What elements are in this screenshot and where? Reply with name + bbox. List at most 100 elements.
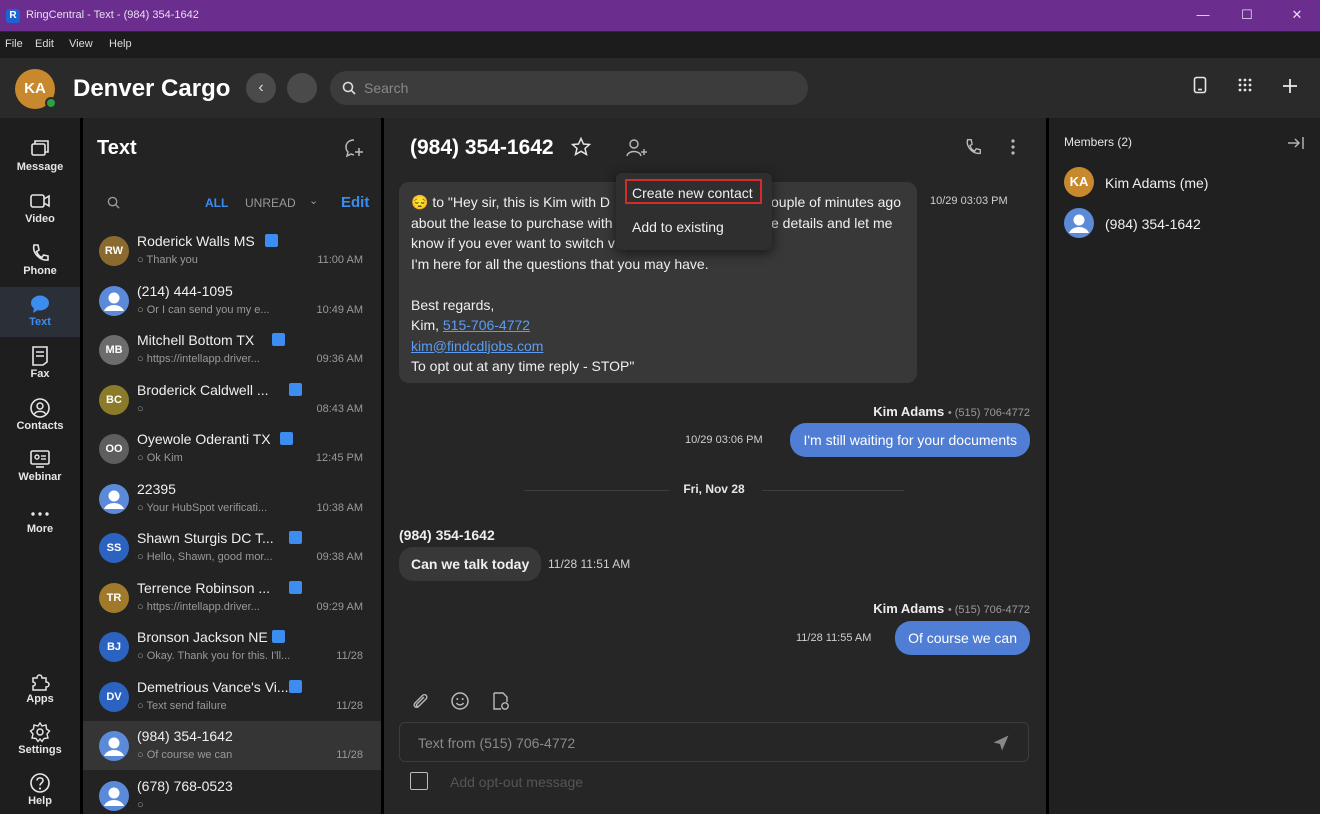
- star-icon[interactable]: [571, 137, 591, 157]
- webinar-icon: [30, 450, 50, 468]
- conversation-item[interactable]: RW Roderick Walls MS ○ Thank you 11:00 AM: [83, 226, 381, 275]
- conversation-name: Demetrious Vance's Vi...: [137, 678, 289, 695]
- rail-item-more[interactable]: More: [0, 494, 80, 544]
- conversation-name: Terrence Robinson ...: [137, 579, 271, 596]
- rail-item-help[interactable]: Help: [0, 766, 80, 814]
- message-bubble-icon: ○: [137, 402, 144, 415]
- rail-item-text[interactable]: Text: [0, 287, 80, 337]
- conversation-item[interactable]: BJ Bronson Jackson NE ○ Okay. Thank you fo…: [83, 622, 381, 671]
- conversation-snippet: ○ Thank you: [137, 254, 307, 266]
- menu-edit[interactable]: Edit: [35, 38, 54, 50]
- dialpad-icon[interactable]: [1233, 76, 1257, 100]
- filter-all-tab[interactable]: ALL: [205, 196, 228, 210]
- conversation-item[interactable]: DV Demetrious Vance's Vi... ○ Text send fa…: [83, 672, 381, 721]
- message-input[interactable]: [418, 733, 978, 753]
- create-new-contact-option[interactable]: Create new contact: [632, 185, 753, 201]
- avatar: MB: [99, 335, 129, 365]
- phone-device-icon[interactable]: [1188, 76, 1212, 100]
- message-line: about the lease to purchase with: [411, 214, 613, 231]
- rail-label: Help: [28, 795, 52, 807]
- more-options-icon[interactable]: [1010, 137, 1016, 157]
- message-line: to "Hey sir, this is Kim with D: [432, 194, 611, 210]
- conversation-item[interactable]: TR Terrence Robinson ... ○ https://intella…: [83, 573, 381, 622]
- conversation-snippet: ○ Okay. Thank you for this. I'll...: [137, 650, 307, 662]
- send-icon[interactable]: [992, 734, 1010, 752]
- contact-badge-icon: [289, 531, 302, 544]
- chevron-down-icon[interactable]: ⌄: [309, 194, 318, 207]
- rail-label: Fax: [30, 368, 50, 380]
- add-contact-icon[interactable]: [626, 138, 648, 158]
- window-title: RingCentral - Text - (984) 354-1642: [26, 9, 199, 21]
- rail-item-contacts[interactable]: Contacts: [0, 391, 80, 441]
- search-box[interactable]: [330, 71, 808, 105]
- conversation-item[interactable]: SS Shawn Sturgis DC T... ○ Hello, Shawn, g…: [83, 523, 381, 572]
- conversation-item[interactable]: MB Mitchell Bottom TX ○ https://intellapp.…: [83, 325, 381, 374]
- nav-rail: Message Video Phone Text Fax Contacts We…: [0, 118, 80, 814]
- text-icon: [31, 295, 49, 313]
- conversation-item[interactable]: OO Oyewole Oderanti TX ○ Ok Kim 12:45 PM: [83, 424, 381, 473]
- conversation-name: 22395: [137, 480, 176, 497]
- minimize-icon[interactable]: —: [1188, 4, 1218, 26]
- emoji-icon[interactable]: [450, 691, 470, 711]
- rail-item-settings[interactable]: Settings: [0, 715, 80, 765]
- new-text-icon[interactable]: [344, 138, 364, 158]
- presence-status-icon: [45, 97, 57, 109]
- avatar: TR: [99, 582, 129, 613]
- contact-badge-icon: [272, 630, 286, 643]
- message-line: I'm here for all the questions that you …: [411, 255, 709, 272]
- edit-button[interactable]: Edit: [341, 194, 369, 211]
- attachment-icon[interactable]: [410, 691, 430, 711]
- conversation-time: 12:45 PM: [315, 452, 363, 464]
- conversation-snippet: ○ https://intellapp.driver...: [137, 601, 307, 613]
- menu-view[interactable]: View: [69, 38, 93, 50]
- conversation-item[interactable]: (214) 444-1095 ○ Or I can send you my e..…: [83, 276, 381, 325]
- snippet-text: Of course we can: [146, 749, 233, 761]
- snippet-text: https://intellapp.driver...: [146, 353, 260, 365]
- message-bubble-icon: ○: [137, 749, 147, 761]
- rail-label: Message: [16, 161, 64, 173]
- maximize-icon[interactable]: ☐: [1232, 4, 1262, 26]
- org-title: Denver Cargo: [73, 75, 231, 102]
- contact-badge-icon: [289, 580, 302, 594]
- member-row[interactable]: (984) 354-1642: [1064, 206, 1304, 240]
- conversation-time: 11:00 AM: [317, 254, 363, 266]
- rail-item-fax[interactable]: Fax: [0, 339, 80, 389]
- phone-call-icon[interactable]: [963, 137, 983, 157]
- search-icon[interactable]: [107, 196, 120, 209]
- compose-box[interactable]: [399, 722, 1029, 762]
- conversation-item[interactable]: (984) 354-1642 ○ Of course we can 11/28: [83, 721, 381, 770]
- sender-line: Kim Adams • (515) 706-4772: [873, 404, 1030, 419]
- outgoing-message-bubble: I'm still waiting for your documents: [790, 423, 1030, 457]
- members-panel: Members (2) KA Kim Adams (me) (984) 354-16…: [1049, 118, 1320, 814]
- menu-help[interactable]: Help: [109, 38, 132, 50]
- rail-item-webinar[interactable]: Webinar: [0, 442, 80, 492]
- rail-item-phone[interactable]: Phone: [0, 236, 80, 286]
- rail-item-apps[interactable]: Apps: [0, 664, 80, 714]
- email-link[interactable]: kim@findcdljobs.com: [411, 338, 543, 354]
- avatar: KA: [1064, 167, 1094, 197]
- close-icon[interactable]: ✕: [1282, 4, 1312, 26]
- phone-link[interactable]: 515-706-4772: [443, 317, 530, 333]
- conversation-item[interactable]: (678) 768-0523 ○: [83, 771, 381, 814]
- back-button[interactable]: ‹: [246, 73, 276, 103]
- filter-unread-tab[interactable]: UNREAD: [245, 196, 296, 210]
- conversation-time: 09:29 AM: [316, 600, 363, 613]
- rail-item-message[interactable]: Message: [0, 132, 80, 182]
- conversation-snippet: ○ Or I can send you my e...: [137, 304, 307, 316]
- member-row[interactable]: KA Kim Adams (me): [1064, 165, 1304, 199]
- search-input[interactable]: [364, 79, 784, 97]
- template-icon[interactable]: [491, 691, 511, 711]
- conversation-name: (678) 768-0523: [137, 777, 233, 794]
- forward-button[interactable]: [287, 73, 317, 103]
- add-to-existing-option[interactable]: Add to existing: [632, 219, 724, 235]
- add-icon[interactable]: [1278, 76, 1302, 100]
- avatar: DV: [99, 681, 129, 712]
- rail-label: Phone: [23, 265, 57, 277]
- optout-checkbox[interactable]: [410, 772, 428, 790]
- rail-item-video[interactable]: Video: [0, 184, 80, 234]
- collapse-panel-icon[interactable]: [1287, 136, 1305, 150]
- conversation-item[interactable]: 22395 ○ Your HubSpot verificati... 10:38 A…: [83, 474, 381, 523]
- menu-file[interactable]: File: [5, 38, 23, 50]
- conversation-item[interactable]: BC Broderick Caldwell ... ○ 08:43 AM: [83, 375, 381, 424]
- avatar: BJ: [99, 632, 129, 662]
